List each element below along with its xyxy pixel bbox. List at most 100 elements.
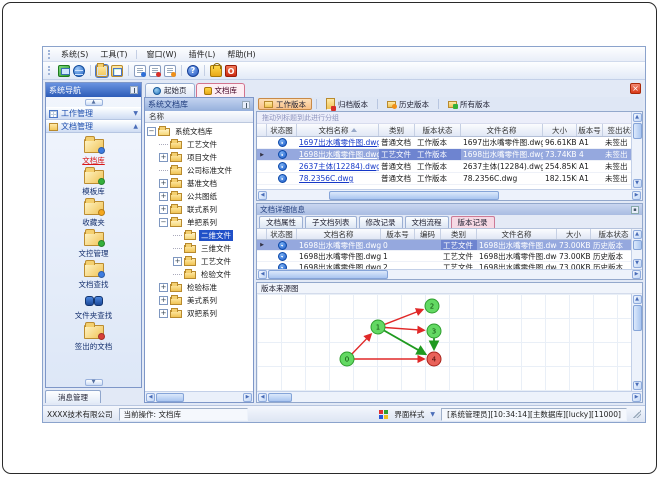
- tree-node[interactable]: + 项目文件: [147, 151, 253, 164]
- tree-node-selected[interactable]: 二维文件: [147, 229, 253, 242]
- tree-node[interactable]: 检验文件: [147, 268, 253, 281]
- tree-node[interactable]: + 基准文档: [147, 177, 253, 190]
- pin-icon[interactable]: [242, 100, 250, 109]
- doc-name-link[interactable]: 2637主体(12284).dwg: [297, 161, 379, 172]
- column-header[interactable]: 文档名称: [297, 229, 381, 239]
- tree-horizontal-scrollbar[interactable]: ◀ ▶: [145, 391, 253, 402]
- menu-help[interactable]: 帮助(H): [221, 48, 261, 61]
- tree-node[interactable]: + 双把系列: [147, 307, 253, 320]
- nav-item-template-library[interactable]: 模板库: [82, 167, 105, 197]
- table-row[interactable]: 1698出水嘴零件图.dwg 2 工艺文件 1698出水嘴零件图.dwg 73.…: [257, 262, 631, 269]
- scroll-up-icon[interactable]: ▲: [632, 113, 642, 122]
- tab-doc-library[interactable]: 文档库: [195, 83, 245, 97]
- chevron-down-icon[interactable]: ▼: [430, 411, 435, 418]
- expand-icon[interactable]: +: [159, 283, 168, 292]
- column-header-sorted[interactable]: 文档名称: [297, 124, 379, 136]
- toolbar-grip[interactable]: [48, 66, 51, 75]
- resize-grip[interactable]: [633, 410, 641, 418]
- scroll-right-icon[interactable]: ▶: [632, 392, 641, 402]
- scroll-thumb[interactable]: [632, 305, 642, 331]
- monitor-icon[interactable]: [58, 64, 70, 77]
- work-version-button[interactable]: 工作版本: [258, 98, 312, 110]
- archive-version-button[interactable]: 归档版本: [321, 98, 373, 111]
- nav-scroll-up[interactable]: ▲: [46, 97, 141, 107]
- scroll-right-icon[interactable]: ▶: [632, 190, 641, 200]
- menu-window[interactable]: 窗口(W): [140, 48, 182, 61]
- tree-node[interactable]: 工艺文件: [147, 138, 253, 151]
- scroll-thumb[interactable]: [632, 240, 642, 250]
- scroll-down-icon[interactable]: ▼: [632, 259, 642, 268]
- menu-tools[interactable]: 工具(T): [94, 48, 133, 61]
- nav-scroll-down[interactable]: ▼: [46, 377, 141, 387]
- doc-name-link[interactable]: 78.2356C.dwg: [297, 173, 379, 184]
- scroll-thumb[interactable]: [156, 392, 184, 402]
- scroll-right-icon[interactable]: ▶: [243, 392, 252, 402]
- expand-icon[interactable]: +: [159, 205, 168, 214]
- tab-doc-properties[interactable]: 文档属性: [259, 216, 303, 228]
- collapse-panel-icon[interactable]: ▪: [631, 205, 639, 214]
- column-header[interactable]: 版本号: [381, 229, 415, 239]
- column-header[interactable]: 编码: [415, 229, 441, 239]
- column-header[interactable]: 状态图: [267, 229, 297, 239]
- tree-column-header[interactable]: 名称: [145, 111, 253, 123]
- nav-item-checked-out-docs[interactable]: 签出的文档: [75, 322, 112, 352]
- vertical-scrollbar[interactable]: ▲ ▼: [631, 229, 642, 269]
- column-header[interactable]: 文件名称: [477, 229, 557, 239]
- tab-start-page[interactable]: 起始页: [145, 83, 195, 97]
- tab-subdoc-list[interactable]: 子文档列表: [305, 216, 357, 228]
- column-header[interactable]: 版本状态: [415, 124, 461, 136]
- help-icon[interactable]: ?: [187, 64, 199, 77]
- tree-node[interactable]: 公司标准文件: [147, 164, 253, 177]
- nav-section-work[interactable]: 工作管理 ▼: [46, 107, 141, 120]
- version-graph-canvas[interactable]: 0 1 2 3 4: [257, 294, 631, 391]
- column-header[interactable]: 版本号: [577, 124, 603, 136]
- nav-item-doc-library[interactable]: 文档库: [82, 136, 105, 166]
- scroll-thumb[interactable]: [268, 392, 292, 402]
- horizontal-scrollbar[interactable]: ◀ ▶: [257, 391, 642, 402]
- column-header[interactable]: 大小: [543, 124, 577, 136]
- all-versions-button[interactable]: 所有版本: [443, 98, 495, 110]
- column-header[interactable]: 签出状态: [603, 124, 632, 136]
- scroll-left-icon[interactable]: ◀: [258, 270, 267, 279]
- tree-node-root[interactable]: − 系统文档库: [147, 125, 253, 138]
- expand-icon[interactable]: +: [159, 309, 168, 318]
- doc-blue-icon[interactable]: [134, 64, 146, 77]
- table-row[interactable]: 2637主体(12284).dwg 普通文档 工作版本 2637主体(12284…: [257, 161, 631, 173]
- history-version-button[interactable]: 历史版本: [382, 98, 434, 110]
- expand-icon[interactable]: +: [159, 179, 168, 188]
- doc-orange-icon[interactable]: [164, 64, 176, 77]
- nav-item-doc-search[interactable]: 文档查找: [79, 260, 109, 290]
- menu-system[interactable]: 系统(S): [55, 48, 94, 61]
- close-icon[interactable]: ×: [630, 83, 641, 94]
- scroll-left-icon[interactable]: ◀: [146, 392, 155, 402]
- menu-plugins[interactable]: 插件(L): [183, 48, 222, 61]
- column-header[interactable]: 文件名称: [461, 124, 543, 136]
- tree-node[interactable]: + 工艺文件: [147, 255, 253, 268]
- nav-section-document[interactable]: 文档管理 ▲: [46, 120, 141, 133]
- lock-icon[interactable]: [210, 62, 222, 77]
- toolbar-grip[interactable]: [48, 49, 51, 59]
- vertical-scrollbar[interactable]: ▲ ▼: [631, 112, 642, 189]
- nav-item-folder-search[interactable]: 文件夹查找: [75, 294, 112, 321]
- doc-red-icon[interactable]: [149, 64, 161, 77]
- globe-icon[interactable]: [73, 64, 85, 77]
- scroll-up-icon[interactable]: ▲: [632, 295, 642, 304]
- tree-node[interactable]: + 公共图纸: [147, 190, 253, 203]
- scroll-down-icon[interactable]: ▼: [632, 179, 642, 188]
- doc-name-link[interactable]: 1697出水嘴零件图.dwg: [297, 137, 379, 148]
- scroll-left-icon[interactable]: ◀: [258, 392, 267, 402]
- doc-name-link[interactable]: 1698出水嘴零件图.dwg: [297, 149, 379, 160]
- pin-icon[interactable]: [130, 86, 138, 94]
- expand-icon[interactable]: +: [159, 192, 168, 201]
- tab-doc-flow[interactable]: 文档流程: [404, 216, 449, 228]
- table-row[interactable]: 78.2356C.dwg 普通文档 工作版本 78.2356C.dwg 182.…: [257, 173, 631, 185]
- open-folder-icon[interactable]: [95, 62, 109, 78]
- table-row-selected[interactable]: ▶ 1698出水嘴零件图.dwg 工艺文件 工作版本 1698出水嘴零件图.dw…: [257, 149, 631, 161]
- scroll-right-icon[interactable]: ▶: [632, 270, 641, 279]
- tree-node[interactable]: 三维文件: [147, 242, 253, 255]
- tab-version-record[interactable]: 版本记录: [450, 216, 495, 228]
- scroll-up-icon[interactable]: ▲: [632, 230, 642, 239]
- table-row-selected[interactable]: ▶ 1698出水嘴零件图.dwg 0 工艺文件 1698出水嘴零件图.dwg 7…: [257, 240, 631, 251]
- column-header[interactable]: 版本状态: [591, 229, 631, 239]
- tree-node[interactable]: − 单把系列: [147, 216, 253, 229]
